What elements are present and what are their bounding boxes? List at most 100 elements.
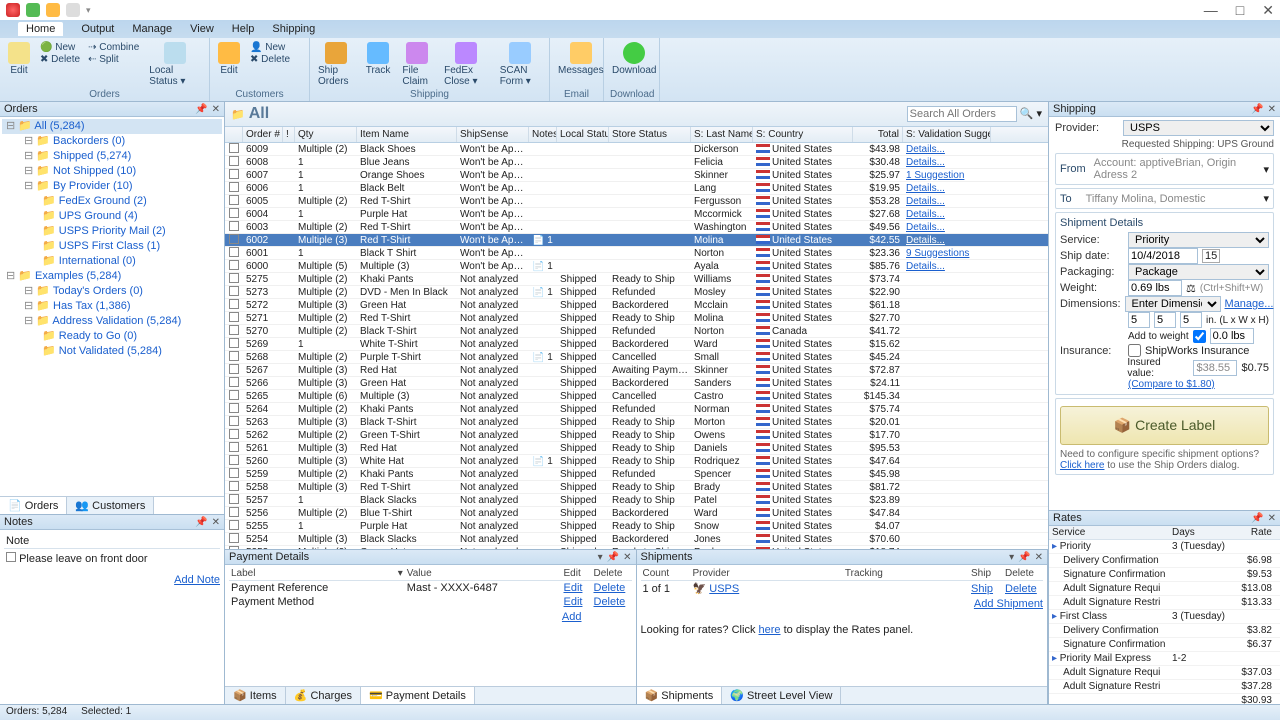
tree-item[interactable]: 📁 Ready to Go (0) [2, 329, 222, 344]
pin-icon[interactable]: 📌 [195, 104, 207, 115]
add-shipment-link[interactable]: Add Shipment [974, 598, 1043, 610]
cust-new-button[interactable]: 👤 New [250, 42, 290, 53]
table-row[interactable]: 5258Multiple (3)Red T-ShirtNot analyzedS… [225, 481, 1048, 494]
orders-combine-button[interactable]: ⇢ Combine [88, 42, 139, 53]
rate-row[interactable]: Adult Signature Restri$37.28 [1049, 680, 1280, 694]
rate-row[interactable]: Delivery Confirmation$6.98 [1049, 554, 1280, 568]
qat-label-icon[interactable] [66, 3, 80, 17]
table-row[interactable]: 60071Orange ShoesWon't be AppliedSkinner… [225, 169, 1048, 182]
table-row[interactable]: 5259Multiple (2)Khaki PantsNot analyzedS… [225, 468, 1048, 481]
tree-item[interactable]: ⊟ 📁 Has Tax (1,386) [2, 299, 222, 314]
search-menu-icon[interactable]: ▾ [1036, 108, 1042, 120]
tree-item[interactable]: 📁 Not Validated (5,284) [2, 344, 222, 359]
cust-delete-button[interactable]: ✖ Delete [250, 54, 290, 65]
tab-street-level[interactable]: 🌍 Street Level View [722, 687, 841, 704]
cust-edit-button[interactable]: Edit [216, 40, 242, 78]
file-claim-button[interactable]: File Claim [400, 40, 434, 89]
tree-item[interactable]: ⊟ 📁 Examples (5,284) [2, 269, 222, 284]
table-row[interactable]: 5268Multiple (2)Purple T-ShirtNot analyz… [225, 351, 1048, 364]
provider-select[interactable]: USPS [1123, 120, 1274, 136]
tree-item[interactable]: ⊟ 📁 Not Shipped (10) [2, 164, 222, 179]
track-button[interactable]: Track [364, 40, 393, 78]
orders-grid[interactable]: 6009Multiple (2)Black ShoesWon't be Appl… [225, 143, 1048, 549]
ship-date-input[interactable] [1128, 248, 1198, 264]
dims-manage-link[interactable]: Manage... [1225, 298, 1274, 310]
service-select[interactable]: Priority [1128, 232, 1269, 248]
tree-item[interactable]: ⊟ 📁 All (5,284) [2, 119, 222, 134]
table-row[interactable]: 52691White T-ShirtNot analyzedShippedBac… [225, 338, 1048, 351]
insured-value-input[interactable] [1193, 360, 1237, 376]
table-row[interactable]: 60081Blue JeansWon't be AppliedFeliciaUn… [225, 156, 1048, 169]
to-selector[interactable]: ToTiffany Molina, Domestic▾ [1055, 188, 1274, 209]
pin-icon[interactable]: 📌 [195, 517, 207, 528]
table-row[interactable]: 6005Multiple (2)Red T-ShirtWon't be Appl… [225, 195, 1048, 208]
menu-view[interactable]: View [190, 23, 214, 35]
window-close[interactable]: ✕ [1262, 2, 1274, 19]
table-row[interactable]: 5272Multiple (3)Green HatNot analyzedShi… [225, 299, 1048, 312]
table-row[interactable]: 60041Purple HatWon't be AppliedMccormick… [225, 208, 1048, 221]
from-selector[interactable]: FromAccount: apptiveBrian, Origin Adress… [1055, 153, 1274, 185]
table-row[interactable]: 5261Multiple (3)Red HatNot analyzedShipp… [225, 442, 1048, 455]
payment-row[interactable]: Payment ReferenceMast - XXXX-6487EditDel… [229, 581, 632, 596]
tree-item[interactable]: 📁 UPS Ground (4) [2, 209, 222, 224]
insurance-check[interactable] [1128, 344, 1141, 357]
ship-orders-button[interactable]: Ship Orders [316, 40, 356, 89]
calendar-icon[interactable]: 15 [1202, 249, 1220, 263]
packaging-select[interactable]: Package [1128, 264, 1269, 280]
tab-customers[interactable]: 👥 Customers [67, 497, 154, 514]
table-row[interactable]: 5260Multiple (3)White HatNot analyzed📄 1… [225, 455, 1048, 468]
compare-link[interactable]: (Compare to $1.80) [1128, 379, 1215, 390]
shipment-row[interactable]: 1 of 1🦅 USPSShipDelete [641, 581, 1044, 597]
qat-box-icon[interactable] [46, 3, 60, 17]
table-row[interactable]: 60011Black T ShirtWon't be AppliedNorton… [225, 247, 1048, 260]
scan-form-button[interactable]: SCAN Form ▾ [498, 40, 543, 89]
tab-orders[interactable]: 📄 Orders [0, 497, 67, 514]
local-status-button[interactable]: Local Status ▾ [147, 40, 203, 89]
table-row[interactable]: 60061Black BeltWon't be AppliedLangUnite… [225, 182, 1048, 195]
dim-l-input[interactable] [1128, 312, 1150, 328]
menu-manage[interactable]: Manage [132, 23, 172, 35]
weight-input[interactable] [1128, 280, 1182, 296]
messages-button[interactable]: Messages [556, 40, 606, 78]
dims-select[interactable]: Enter Dimensions [1125, 296, 1221, 312]
rate-row[interactable]: Signature Confirmation$9.53 [1049, 568, 1280, 582]
tree-item[interactable]: ⊟ 📁 By Provider (10) [2, 179, 222, 194]
table-row[interactable]: 6003Multiple (2)Red T-ShirtWon't be Appl… [225, 221, 1048, 234]
table-row[interactable]: 5256Multiple (2)Blue T-ShirtNot analyzed… [225, 507, 1048, 520]
table-row[interactable]: 6002Multiple (3)Red T-ShirtWon't be Appl… [225, 234, 1048, 247]
tree-item[interactable]: ⊟ 📁 Address Validation (5,284) [2, 314, 222, 329]
table-row[interactable]: 6009Multiple (2)Black ShoesWon't be Appl… [225, 143, 1048, 156]
window-maximize[interactable]: □ [1236, 2, 1244, 19]
download-button[interactable]: Download [610, 40, 658, 78]
table-row[interactable]: 5271Multiple (2)Red T-ShirtNot analyzedS… [225, 312, 1048, 325]
dim-h-input[interactable] [1180, 312, 1202, 328]
rate-row[interactable]: Delivery Confirmation$3.82 [1049, 624, 1280, 638]
rate-row[interactable]: $30.93 [1049, 694, 1280, 704]
payment-row[interactable]: Payment MethodEditDelete [229, 595, 632, 609]
menu-help[interactable]: Help [232, 23, 255, 35]
table-row[interactable]: 5267Multiple (3)Red HatNot analyzedShipp… [225, 364, 1048, 377]
tree-item[interactable]: 📁 USPS Priority Mail (2) [2, 224, 222, 239]
orders-edit-button[interactable]: Edit [6, 40, 32, 78]
create-label-button[interactable]: 📦 Create Label [1060, 406, 1269, 445]
table-row[interactable]: 5263Multiple (3)Black T-ShirtNot analyze… [225, 416, 1048, 429]
search-input[interactable] [907, 106, 1017, 122]
table-row[interactable]: 5275Multiple (2)Khaki PantsNot analyzedS… [225, 273, 1048, 286]
menu-shipping[interactable]: Shipping [272, 23, 315, 35]
rate-row[interactable]: Adult Signature Requi$37.03 [1049, 666, 1280, 680]
tree-item[interactable]: 📁 USPS First Class (1) [2, 239, 222, 254]
rate-row[interactable]: Signature Confirmation$6.37 [1049, 638, 1280, 652]
search-icon[interactable]: 🔍 [1020, 108, 1034, 120]
scale-icon[interactable]: ⚖ [1186, 282, 1196, 295]
table-row[interactable]: 5254Multiple (3)Black SlacksNot analyzed… [225, 533, 1048, 546]
qat-download-icon[interactable] [26, 3, 40, 17]
table-row[interactable]: 5262Multiple (2)Green T-ShirtNot analyze… [225, 429, 1048, 442]
orders-split-button[interactable]: ⇠ Split [88, 54, 139, 65]
rate-row[interactable]: Adult Signature Requi$13.08 [1049, 582, 1280, 596]
tab-shipments[interactable]: 📦 Shipments [637, 687, 723, 704]
menu-home[interactable]: Home [18, 22, 63, 36]
tree-item[interactable]: ⊟ 📁 Today's Orders (0) [2, 284, 222, 299]
window-minimize[interactable]: — [1204, 2, 1218, 19]
qat-dropdown[interactable]: ▾ [86, 5, 91, 16]
close-icon[interactable]: ✕ [212, 517, 220, 528]
